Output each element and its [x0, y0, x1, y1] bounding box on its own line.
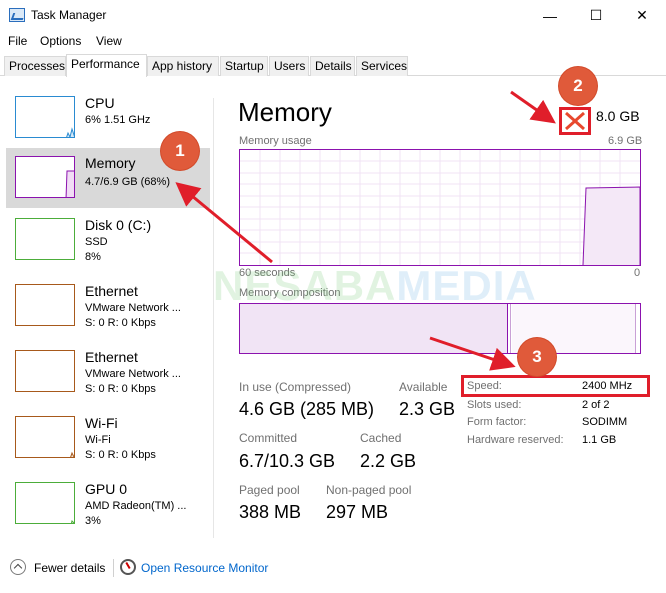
sidebar-item-label: Memory — [85, 155, 136, 171]
composition-modified — [508, 304, 511, 353]
highlight-box-total — [559, 107, 591, 135]
sidebar-divider — [213, 98, 214, 538]
tab-processes[interactable]: Processes — [4, 56, 66, 76]
task-manager-icon — [9, 8, 25, 22]
usage-grid — [240, 150, 640, 265]
paged-pool-value: 388 MB — [239, 502, 302, 522]
sidebar-item-wifi[interactable]: Wi-Fi Wi-Fi S: 0 R: 0 Kbps — [6, 408, 210, 472]
committed-value: 6.7/10.3 GB — [239, 451, 336, 471]
arrow-2 — [510, 90, 556, 124]
sidebar-item-detail: SSD — [85, 236, 108, 248]
memory-graph-icon — [15, 156, 75, 198]
tab-performance[interactable]: Performance — [66, 54, 147, 77]
composition-in-use — [240, 304, 508, 353]
sidebar-item-detail: S: 0 R: 0 Kbps — [85, 383, 156, 395]
window-title: Task Manager — [31, 8, 107, 22]
sidebar-item-detail: S: 0 R: 0 Kbps — [85, 317, 156, 329]
sidebar-item-detail: VMware Network ... — [85, 302, 181, 314]
total-memory: 8.0 GB — [596, 108, 640, 124]
footer-divider — [113, 559, 114, 577]
annotation-badge-2: 2 — [559, 67, 597, 105]
graph-time-right: 0 — [634, 267, 641, 279]
sidebar-item-detail: Wi-Fi — [85, 434, 111, 446]
in-use-label: In use (Compressed) — [239, 380, 352, 394]
form-factor-label: Form factor: — [467, 416, 527, 428]
sidebar-item-gpu[interactable]: GPU 0 AMD Radeon(TM) ... 3% — [6, 474, 210, 538]
cpu-graph-icon — [15, 96, 75, 138]
footer-bar: Fewer details Open Resource Monitor — [0, 553, 666, 583]
nonpaged-pool-value: 297 MB — [326, 502, 389, 522]
menu-file[interactable]: File — [8, 34, 27, 48]
highlight-box-speed — [461, 375, 650, 397]
wifi-graph-icon — [15, 416, 75, 458]
sidebar-item-disk[interactable]: Disk 0 (C:) SSD 8% — [6, 210, 210, 274]
sidebar-item-detail: 4.7/6.9 GB (68%) — [85, 176, 170, 188]
title-bar: Task Manager — ☐ ✕ — [0, 0, 666, 31]
sidebar-item-label: CPU — [85, 95, 115, 111]
cached-value: 2.2 GB — [360, 451, 417, 471]
committed-label: Committed — [239, 431, 298, 445]
fewer-details-link[interactable]: Fewer details — [34, 561, 105, 575]
disk-graph-icon — [15, 218, 75, 260]
maximize-button[interactable]: ☐ — [573, 0, 619, 31]
tab-services[interactable]: Services — [356, 56, 408, 76]
sidebar-item-label: GPU 0 — [85, 481, 128, 497]
menu-view[interactable]: View — [96, 34, 122, 48]
sidebar-item-label: Wi-Fi — [85, 415, 118, 431]
tab-startup[interactable]: Startup — [220, 56, 268, 76]
gpu-graph-icon — [15, 482, 75, 524]
sidebar-item-ethernet-1[interactable]: Ethernet VMware Network ... S: 0 R: 0 Kb… — [6, 276, 210, 340]
sidebar-item-detail: S: 0 R: 0 Kbps — [85, 449, 156, 461]
slots-label: Slots used: — [467, 399, 522, 411]
sidebar-item-detail: 6% 1.51 GHz — [85, 114, 151, 126]
tab-app-history[interactable]: App history — [147, 56, 219, 76]
sidebar-item-detail: 3% — [85, 515, 101, 527]
memory-composition-bar — [239, 303, 641, 354]
form-factor-value: SODIMM — [582, 416, 628, 428]
red-x-icon — [565, 111, 585, 131]
tab-details[interactable]: Details — [310, 56, 355, 76]
in-use-value: 4.6 GB (285 MB) — [239, 399, 375, 419]
memory-usage-line — [582, 186, 640, 265]
ethernet-graph-icon — [15, 350, 75, 392]
watermark: NESABAMEDIA — [213, 262, 537, 309]
sidebar-item-detail: AMD Radeon(TM) ... — [85, 500, 187, 512]
available-label: Available — [399, 380, 448, 394]
page-title: Memory — [238, 97, 332, 127]
nonpaged-pool-label: Non-paged pool — [326, 483, 412, 497]
ethernet-graph-icon — [15, 284, 75, 326]
annotation-badge-3: 3 — [518, 338, 556, 376]
chevron-up-icon[interactable] — [10, 559, 26, 575]
paged-pool-label: Paged pool — [239, 483, 300, 497]
available-value: 2.3 GB — [399, 399, 456, 419]
memory-usage-graph — [239, 149, 641, 266]
sidebar-item-label: Disk 0 (C:) — [85, 217, 152, 233]
close-button[interactable]: ✕ — [619, 0, 665, 31]
open-resource-monitor-link[interactable]: Open Resource Monitor — [141, 561, 268, 575]
sidebar-item-detail: VMware Network ... — [85, 368, 181, 380]
memory-usage-label: Memory usage — [239, 135, 312, 147]
memory-usage-max: 6.9 GB — [608, 135, 643, 147]
cached-label: Cached — [360, 431, 402, 445]
sidebar-item-ethernet-2[interactable]: Ethernet VMware Network ... S: 0 R: 0 Kb… — [6, 342, 210, 406]
sidebar-item-label: Ethernet — [85, 283, 138, 299]
minimize-button[interactable]: — — [527, 0, 573, 31]
annotation-badge-1: 1 — [161, 132, 199, 170]
menu-options[interactable]: Options — [40, 34, 81, 48]
sidebar-item-label: Ethernet — [85, 349, 138, 365]
slots-value: 2 of 2 — [582, 399, 610, 411]
tab-users[interactable]: Users — [269, 56, 309, 76]
hardware-reserved-label: Hardware reserved: — [467, 434, 564, 446]
resource-monitor-icon[interactable] — [120, 559, 136, 575]
sidebar-item-detail: 8% — [85, 251, 101, 263]
menu-bar: File Options View — [0, 31, 666, 51]
hardware-reserved-value: 1.1 GB — [582, 434, 617, 446]
